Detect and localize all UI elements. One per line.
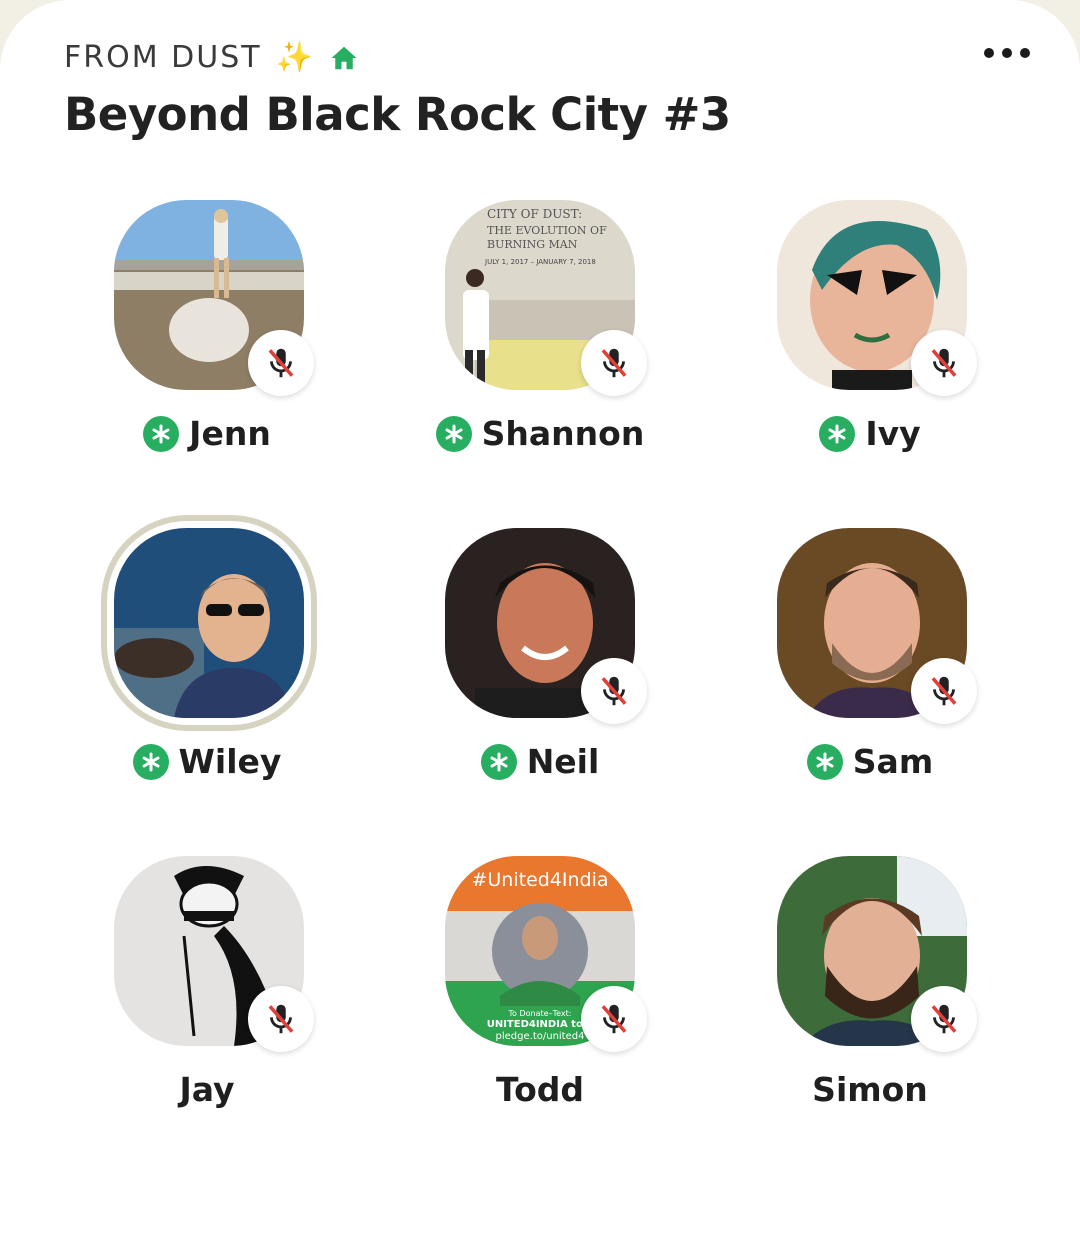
donate-text: pledge.to/united4 [496, 1031, 585, 1042]
speaker-name: Sam [852, 742, 934, 781]
poster-text: BURNING MAN [487, 238, 578, 251]
muted-mic-icon [581, 330, 647, 396]
banner-text: #United4India [471, 869, 608, 891]
donate-text: To Donate–Text: [508, 1009, 572, 1018]
muted-mic-icon [248, 330, 314, 396]
speaker-name-row: Ivy [705, 414, 1035, 453]
muted-mic-icon [911, 658, 977, 724]
speaker-name: Shannon [481, 414, 645, 453]
speaker-name-row: Jay [42, 1070, 372, 1109]
speaker-name-row: Simon [705, 1070, 1035, 1109]
moderator-badge-icon [480, 743, 517, 780]
speaker-name: Wiley [178, 742, 282, 781]
avatar-photo-wiley [114, 528, 304, 718]
moderator-badge-icon [132, 743, 169, 780]
speaker-name-row: Todd [375, 1070, 705, 1109]
speaker-name-row: Neil [375, 742, 705, 781]
avatar[interactable] [114, 528, 304, 718]
speaker-name-row: Jenn [42, 414, 372, 453]
moderator-badge-icon [806, 743, 843, 780]
poster-dates: JULY 1, 2017 – JANUARY 7, 2018 [484, 258, 596, 266]
speakers-grid: Jenn CITY OF DUST: THE EVOLUTION OF BURN… [0, 0, 1080, 1172]
muted-mic-icon [911, 330, 977, 396]
speaker-name-row: Wiley [42, 742, 372, 781]
speaker-name: Neil [526, 742, 600, 781]
muted-mic-icon [911, 986, 977, 1052]
speaker-name: Todd [495, 1070, 585, 1109]
speaker-name: Jenn [189, 414, 271, 453]
muted-mic-icon [581, 658, 647, 724]
poster-text: THE EVOLUTION OF [487, 224, 607, 237]
moderator-badge-icon [143, 415, 180, 452]
speaker-name-row: Shannon [375, 414, 705, 453]
moderator-badge-icon [819, 415, 856, 452]
muted-mic-icon [248, 986, 314, 1052]
poster-text: CITY OF DUST: [487, 207, 582, 221]
speaker-name: Jay [179, 1070, 235, 1109]
muted-mic-icon [581, 986, 647, 1052]
donate-text: UNITED4INDIA to 7 [487, 1019, 594, 1030]
moderator-badge-icon [435, 415, 472, 452]
speaker-name-row: Sam [705, 742, 1035, 781]
speaker-name: Ivy [865, 414, 921, 453]
speaker-name: Simon [812, 1070, 928, 1109]
